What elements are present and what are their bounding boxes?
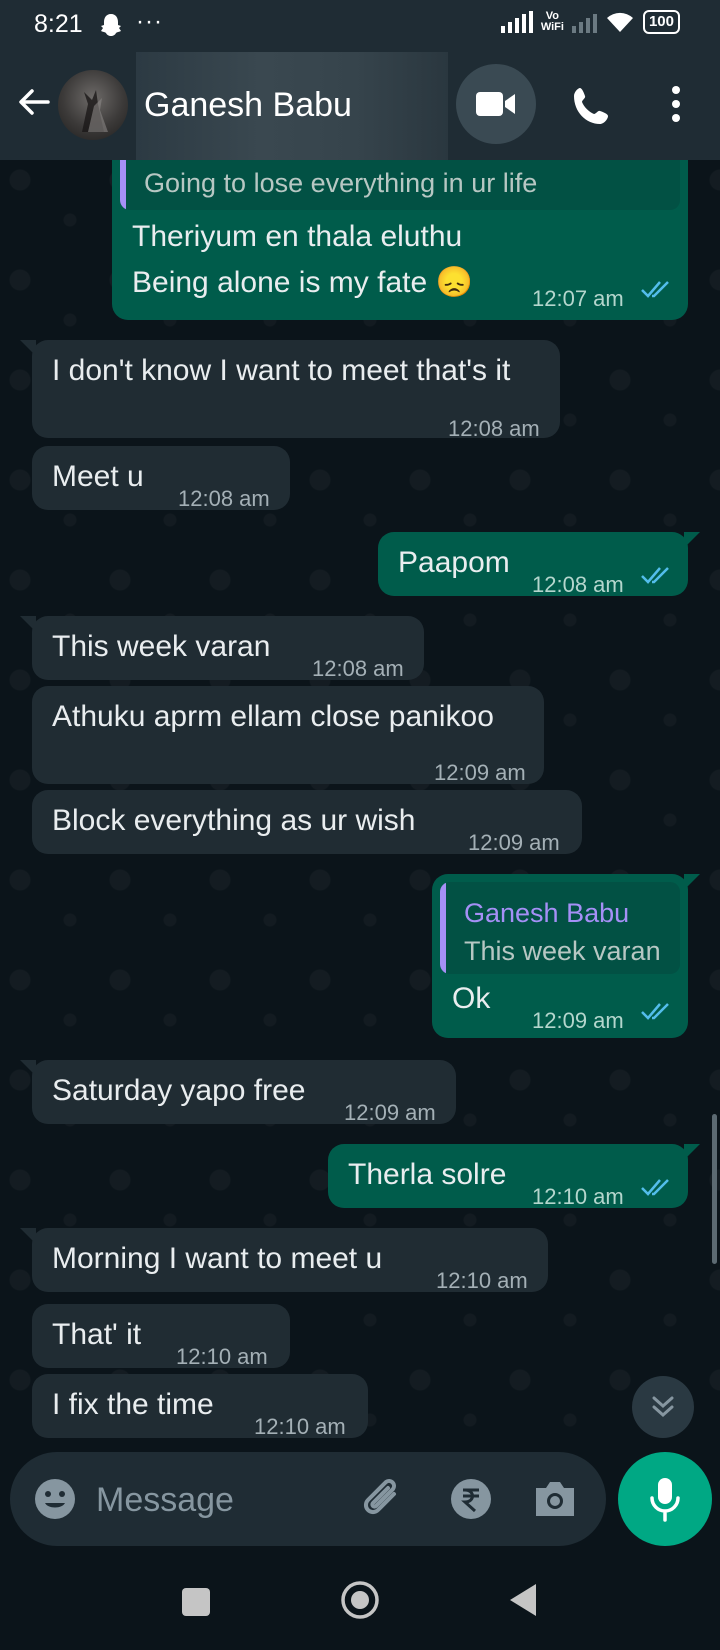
message-time: 12:09 am — [468, 830, 560, 855]
quote-bar — [440, 882, 446, 974]
message-text: I don't know I want to meet that's it — [52, 354, 511, 387]
chat-scrollbar[interactable] — [712, 1114, 717, 1264]
more-vert-icon[interactable] — [662, 82, 690, 126]
scroll-to-bottom-button[interactable] — [632, 1376, 694, 1438]
rupee-icon[interactable] — [450, 1478, 492, 1520]
message-text: Athuku aprm ellam close panikoo — [52, 700, 494, 733]
avatar[interactable] — [58, 70, 128, 140]
chat-header: Ganesh Babu — [0, 52, 720, 160]
video-call-button[interactable] — [456, 64, 536, 144]
message-bubble-outgoing[interactable]: Paapom 12:08 am — [378, 532, 700, 597]
message-input[interactable] — [94, 1474, 338, 1526]
message-bubble-incoming[interactable]: Morning I want to meet u 12:10 am — [20, 1228, 548, 1293]
status-bar: 8:21 ··· Vo WiFi 100 — [0, 0, 720, 52]
message-bubble-outgoing[interactable]: Ganesh Babu This week varan Ok 12:09 am — [432, 874, 700, 1038]
message-bubble-incoming[interactable]: I fix the time 12:10 am — [32, 1374, 368, 1439]
mic-icon — [650, 1478, 680, 1522]
cell-signal-icon — [500, 11, 533, 33]
message-bubble-incoming[interactable]: Block everything as ur wish 12:09 am — [32, 790, 582, 855]
quote-bar — [120, 160, 126, 210]
message-bubble-incoming[interactable]: That' it 12:10 am — [32, 1304, 290, 1369]
quoted-message[interactable]: Ganesh Babu This week varan — [440, 882, 680, 974]
status-time: 8:21 — [34, 10, 83, 38]
message-composer — [10, 1452, 606, 1546]
message-bubble-outgoing[interactable]: Going to lose everything in ur life Ther… — [112, 160, 688, 320]
message-time: 12:10 am — [532, 1184, 624, 1209]
status-indicators: Vo WiFi 100 — [500, 10, 680, 34]
message-bubble-incoming[interactable]: I don't know I want to meet that's it 12… — [20, 340, 560, 441]
bubble-tail — [20, 616, 36, 632]
bubble-tail — [684, 1144, 700, 1160]
status-more-dots: ··· — [136, 8, 163, 35]
quote-text: This week varan — [464, 936, 661, 966]
home-button[interactable] — [340, 1580, 380, 1620]
message-time: 12:10 am — [436, 1268, 528, 1293]
message-time: 12:10 am — [254, 1414, 346, 1439]
message-text: Theriyum en thala eluthu Being alone is … — [132, 220, 473, 299]
message-bubble-incoming[interactable]: This week varan 12:08 am — [20, 616, 424, 681]
double-check-icon — [641, 281, 669, 298]
bubble-tail — [684, 874, 700, 890]
message-bubble-incoming[interactable]: Saturday yapo free 12:09 am — [20, 1060, 456, 1125]
video-call-icon — [476, 92, 515, 116]
message-text: I fix the time — [52, 1388, 214, 1421]
message-text: Block everything as ur wish — [52, 804, 416, 837]
message-text: Morning I want to meet u — [52, 1242, 383, 1275]
bubble-tail — [684, 532, 700, 548]
message-bubble-incoming[interactable]: Athuku aprm ellam close panikoo 12:09 am — [32, 686, 544, 785]
message-text: That' it — [52, 1318, 142, 1351]
system-nav-bar — [0, 1556, 720, 1650]
double-check-icon — [641, 567, 669, 584]
message-time: 12:08 am — [448, 416, 540, 441]
message-time: 12:09 am — [532, 1008, 624, 1033]
message-text: Saturday yapo free — [52, 1074, 306, 1107]
scroll-down-icon — [652, 1396, 674, 1418]
message-bubble-outgoing[interactable]: Therla solre 12:10 am — [328, 1144, 700, 1209]
camera-icon[interactable] — [532, 1478, 578, 1520]
bubble-tail — [20, 340, 36, 356]
message-text: Therla solre — [348, 1158, 507, 1191]
message-time: 12:09 am — [344, 1100, 436, 1125]
attach-icon[interactable] — [358, 1474, 408, 1524]
message-text: Paapom — [398, 546, 510, 579]
vowifi-label: Vo WiFi — [540, 10, 564, 33]
bubble-tail — [20, 1228, 36, 1244]
message-text: Meet u — [52, 460, 144, 493]
message-time: 12:08 am — [532, 572, 624, 597]
message-text: This week varan — [52, 630, 271, 663]
emoji-icon[interactable] — [32, 1476, 78, 1522]
recents-button[interactable] — [182, 1588, 210, 1616]
battery-indicator: 100 — [642, 10, 680, 34]
chat-messages[interactable]: Going to lose everything in ur life Ther… — [0, 160, 720, 1460]
phone-icon[interactable] — [568, 82, 616, 130]
message-text: Ok — [452, 982, 491, 1015]
nav-back-button[interactable] — [508, 1582, 538, 1618]
double-check-icon — [641, 1003, 669, 1020]
bubble-tail — [20, 1060, 36, 1076]
avatar-image — [82, 90, 108, 132]
double-check-icon — [641, 1179, 669, 1196]
message-time: 12:07 am — [532, 286, 624, 311]
back-arrow-icon[interactable] — [14, 82, 54, 122]
quoted-message[interactable]: Going to lose everything in ur life — [120, 160, 680, 210]
wifi-icon — [606, 12, 633, 32]
mic-button[interactable] — [618, 1452, 712, 1546]
contact-name[interactable]: Ganesh Babu — [144, 86, 352, 125]
message-time: 12:08 am — [178, 486, 270, 511]
cell-signal-2-icon — [571, 11, 597, 33]
quote-text: Going to lose everything in ur life — [144, 168, 538, 198]
snapchat-icon — [101, 14, 121, 36]
message-bubble-incoming[interactable]: Meet u 12:08 am — [32, 446, 290, 511]
